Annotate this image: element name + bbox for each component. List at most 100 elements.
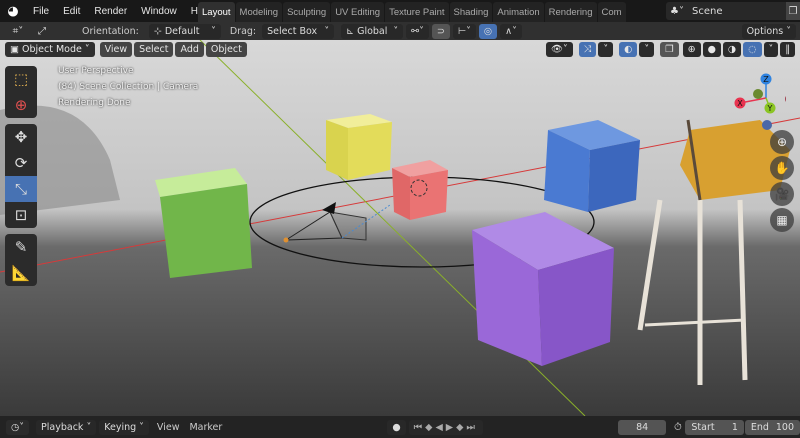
rotate-tool-icon[interactable]: ⟳ <box>5 150 37 176</box>
tab-uv-editing[interactable]: UV Editing <box>331 2 385 22</box>
menu-window[interactable]: Window <box>134 6 184 17</box>
transform-orientation-dropdown[interactable]: ⊾ Global ˅ <box>341 23 404 39</box>
drag-dropdown[interactable]: Select Box ˅ <box>262 23 335 39</box>
pan-hand-icon[interactable]: ✋ <box>770 156 794 180</box>
end-frame-field[interactable]: End 100 <box>744 419 800 435</box>
tab-shading[interactable]: Shading <box>449 2 493 22</box>
xray-toggle[interactable]: ❐ <box>660 42 679 57</box>
playback-menu[interactable]: Playback ˅ <box>36 419 97 435</box>
object-mode-dropdown[interactable]: ▣ Object Mode ˅ <box>5 42 95 57</box>
overlays-dropdown[interactable]: ˅ <box>639 42 655 57</box>
toolbar-annotate-group: ✎ 📐 <box>5 234 37 286</box>
viewport-header: ▣ Object Mode ˅ View Select Add Object 👁… <box>0 40 800 59</box>
axes-icon: ⊹ <box>153 25 162 37</box>
tab-compositing[interactable]: Com <box>597 2 626 22</box>
menu-render[interactable]: Render <box>87 6 134 17</box>
visibility-dropdown[interactable]: 👁˅ <box>545 42 573 57</box>
snap-toggle[interactable]: ⊃ <box>431 23 450 39</box>
global-axes-icon: ⊾ <box>346 25 355 37</box>
wireframe-shading-button[interactable]: ⊕ <box>682 42 701 57</box>
menu-select[interactable]: Select <box>134 42 174 57</box>
sidebar-toggle[interactable]: ‖ <box>780 42 795 57</box>
stopwatch-icon[interactable]: ⏱ <box>670 422 685 433</box>
3d-viewport[interactable]: Z X Y <box>0 40 800 416</box>
tab-modeling[interactable]: Modeling <box>235 2 283 22</box>
red-cube <box>392 160 448 220</box>
tab-sculpting[interactable]: Sculpting <box>283 2 331 22</box>
menu-file[interactable]: File <box>26 6 56 17</box>
end-label: End <box>750 421 769 433</box>
blue-cube <box>544 120 640 212</box>
blender-logo-icon[interactable]: ◕ <box>0 4 26 19</box>
cursor-tool-icon[interactable]: ⊕ <box>5 92 37 118</box>
options-dropdown[interactable]: Options ˅ <box>741 23 796 39</box>
editor-type-dropdown[interactable]: ◷˅ <box>6 419 30 435</box>
top-bar: ◕ File Edit Render Window Help Layout Mo… <box>0 0 800 22</box>
tab-layout[interactable]: Layout <box>198 2 235 22</box>
options-label: Options <box>746 25 784 37</box>
start-label: Start <box>691 421 715 433</box>
drag-value: Select Box <box>267 25 318 37</box>
workspace-tabs: Layout Modeling Sculpting UV Editing Tex… <box>198 0 627 22</box>
tab-animation[interactable]: Animation <box>493 2 544 22</box>
overlays-toggle[interactable]: ◐ <box>619 42 638 57</box>
menu-object[interactable]: Object <box>205 42 247 57</box>
scene-selector[interactable]: ♣˅ Scene ❐ <box>666 2 800 20</box>
keying-label: Keying <box>104 421 137 433</box>
proportional-edit-toggle[interactable]: ◎ <box>478 23 498 39</box>
menu-timeline-view[interactable]: View <box>157 422 180 433</box>
menu-marker[interactable]: Marker <box>189 422 222 433</box>
copy-icon[interactable]: ❐ <box>786 2 800 20</box>
yellow-cube <box>326 114 392 180</box>
toolbar-transform-group: ✥ ⟳ ⤡ ⊡ <box>5 124 37 228</box>
falloff-dropdown[interactable]: ∧˅ <box>500 23 522 39</box>
object-mode-icon: ▣ <box>10 44 22 55</box>
menu-edit[interactable]: Edit <box>56 6 87 17</box>
orientation-dropdown[interactable]: ⊹ Default ˅ <box>148 23 221 39</box>
measure-tool-icon[interactable]: 📐 <box>5 260 37 286</box>
annotate-tool-icon[interactable]: ✎ <box>5 234 37 260</box>
record-button[interactable]: ● <box>387 419 406 435</box>
object-mode-label: Object Mode <box>22 44 82 55</box>
transform-tool-icon[interactable]: ⊡ <box>5 202 37 228</box>
tab-texture-paint[interactable]: Texture Paint <box>385 2 449 22</box>
material-shading-button[interactable]: ◑ <box>722 42 742 57</box>
gizmo-toggle[interactable]: ⤨ <box>578 42 597 57</box>
orientation-label: Orientation: <box>82 25 139 37</box>
solid-shading-button[interactable]: ● <box>702 42 721 57</box>
shading-dropdown[interactable]: ˅ <box>763 42 779 57</box>
keying-menu[interactable]: Keying ˅ <box>99 419 149 435</box>
perspective-grid-icon[interactable]: ▦ <box>770 208 794 232</box>
select-box-tool-icon[interactable]: ⬚ <box>5 66 37 92</box>
playback-label: Playback <box>41 421 84 433</box>
current-frame-value: 84 <box>636 421 649 433</box>
zoom-icon[interactable]: ⊕ <box>770 130 794 154</box>
tool-settings-icon[interactable]: ⌗˅ <box>4 26 32 37</box>
toolbar-select-group: ⬚ ⊕ <box>5 66 37 118</box>
snap-target-dropdown[interactable]: ⊢˅ <box>452 23 476 39</box>
start-frame-field[interactable]: Start 1 <box>685 419 744 435</box>
scale-tool-icon[interactable]: ⤡ <box>5 176 37 202</box>
render-status: Rendering Done <box>58 98 131 108</box>
orientation-value: Default <box>164 25 200 37</box>
z-axis-label: Z <box>763 75 769 84</box>
move-tool-icon[interactable]: ✥ <box>5 124 37 150</box>
tab-rendering[interactable]: Rendering <box>544 2 597 22</box>
tool-header: ⌗˅ ⤢ Orientation: ⊹ Default ˅ Drag: Selec… <box>0 22 800 40</box>
playback-controls[interactable]: ⏮◆◀▶◆⏭ <box>408 419 483 435</box>
drag-label: Drag: <box>229 25 257 37</box>
gizmo-dropdown[interactable]: ˅ <box>598 42 614 57</box>
menu-view[interactable]: View <box>99 42 133 57</box>
scene-icon: ♣˅ <box>670 5 684 17</box>
collection-info: (84) Scene Collection | Camera <box>58 82 199 92</box>
current-frame-field[interactable]: 84 <box>617 419 667 435</box>
pivot-dropdown[interactable]: ⚯˅ <box>406 23 429 39</box>
start-value: 1 <box>731 421 738 433</box>
y-axis-label: Y <box>767 104 773 113</box>
transform-orientation-value: Global <box>357 25 388 37</box>
menu-add[interactable]: Add <box>175 42 204 57</box>
scale-tool-icon: ⤢ <box>38 25 46 37</box>
end-value: 100 <box>775 421 795 433</box>
rendered-shading-button[interactable]: ◌ <box>743 42 762 57</box>
camera-view-icon[interactable]: 🎥 <box>770 182 794 206</box>
